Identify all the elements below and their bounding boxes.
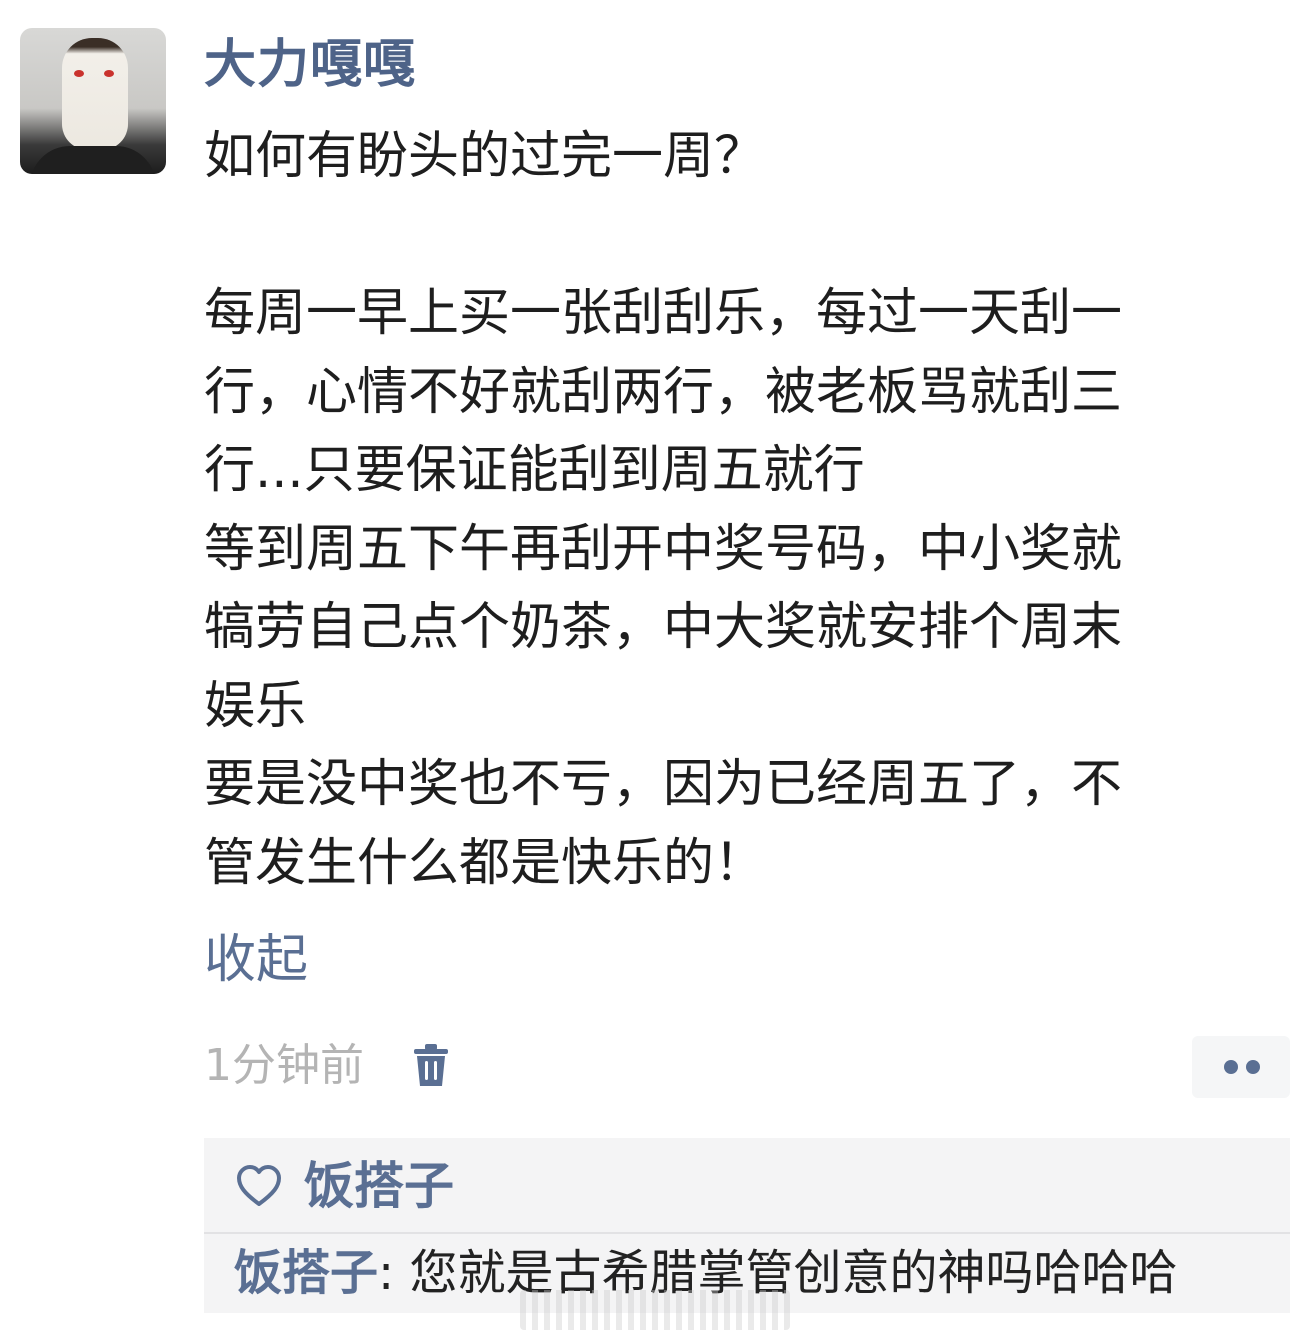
- avatar-detail: [104, 70, 114, 77]
- collapse-link[interactable]: 收起: [204, 925, 308, 995]
- post-content: 如何有盼头的过完一周？ 每周一早上买一张刮刮乐，每过一天刮一 行，心情不好就刮两…: [204, 127, 1123, 893]
- post-username[interactable]: 大力嘎嘎: [204, 30, 416, 100]
- post-timestamp: 1分钟前: [204, 1040, 364, 1091]
- trash-icon[interactable]: [412, 1044, 450, 1088]
- like-user-name[interactable]: 饭搭子: [304, 1150, 454, 1222]
- avatar-shoulders: [30, 146, 156, 174]
- comment-author[interactable]: 饭搭子: [234, 1245, 378, 1301]
- more-dots-icon: [1224, 1060, 1238, 1074]
- heart-outline-icon[interactable]: [236, 1164, 282, 1208]
- more-button[interactable]: [1192, 1036, 1290, 1098]
- divider: [204, 1232, 1290, 1234]
- more-dots-icon: [1246, 1060, 1260, 1074]
- comment-separator: :: [378, 1245, 410, 1301]
- avatar-detail: [74, 70, 84, 77]
- likes-row: 饭搭子: [236, 1150, 454, 1222]
- interaction-panel: 饭搭子 饭搭子: 您就是古希腊掌管创意的神吗哈哈哈: [204, 1138, 1290, 1313]
- watermark: [520, 1290, 790, 1330]
- avatar-face: [62, 38, 128, 150]
- avatar[interactable]: [20, 28, 166, 174]
